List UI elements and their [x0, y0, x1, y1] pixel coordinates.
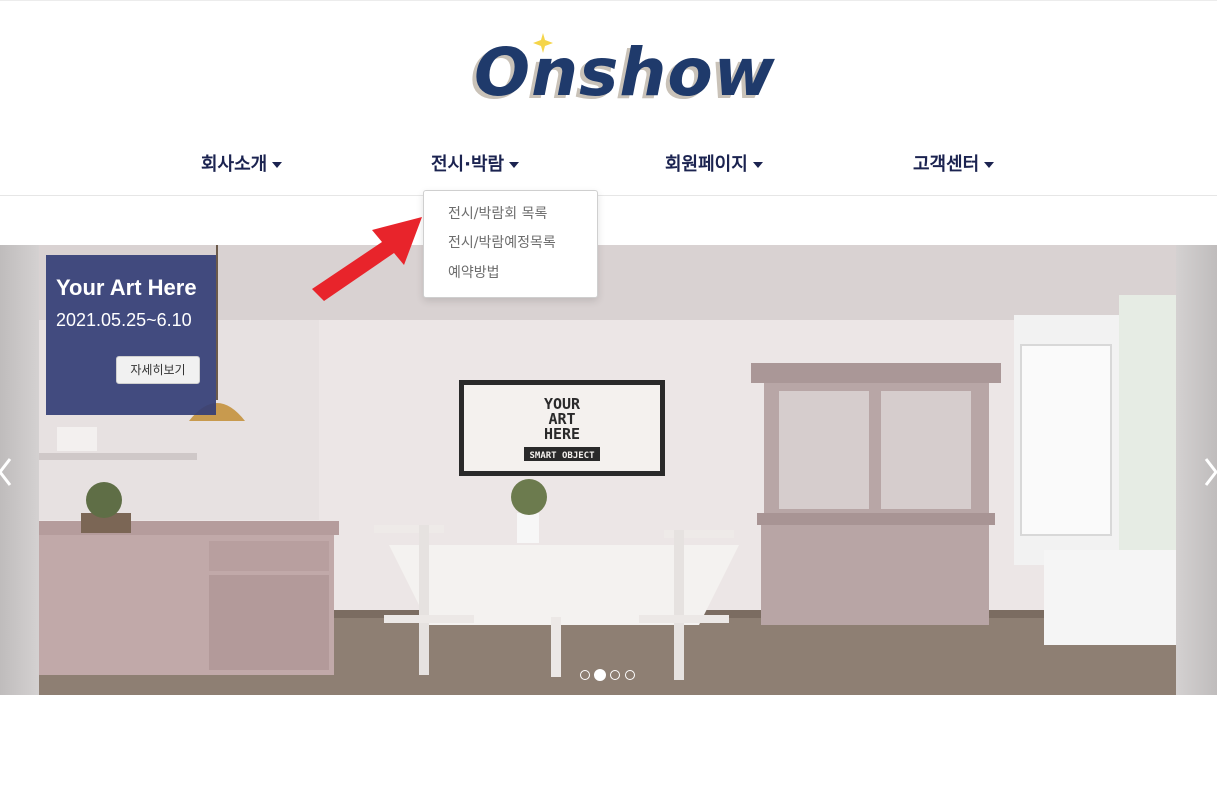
nav-item-label: 회원페이지: [665, 154, 748, 175]
caption-card: Your Art Here 2021.05.25~6.10 자세히보기: [46, 255, 216, 415]
logo-text: Onshow: [474, 34, 776, 111]
dropdown-item-exhibition-list[interactable]: 전시/박람회 목록: [448, 203, 547, 225]
annotation-arrow-icon: [312, 217, 422, 301]
top-divider: [0, 0, 1217, 1]
caret-down-icon: [509, 162, 520, 168]
carousel-prev-chevron-icon[interactable]: [0, 455, 16, 489]
caption-title: Your Art Here: [56, 275, 197, 300]
caret-down-icon: [272, 162, 283, 168]
carousel-indicator[interactable]: [610, 670, 620, 680]
view-details-button[interactable]: 자세히보기: [116, 356, 200, 384]
nav-item-member[interactable]: 회원페이지: [665, 152, 763, 178]
nav-item-label: 전시·박람: [431, 154, 505, 175]
site-logo[interactable]: Onshow: [466, 30, 775, 120]
svg-text:SMART OBJECT: SMART OBJECT: [529, 451, 595, 461]
svg-text:HERE: HERE: [544, 425, 580, 443]
nav-item-label: 회사소개: [201, 154, 268, 175]
dropdown-item-upcoming-list[interactable]: 전시/박람예정목록: [448, 232, 556, 254]
carousel-next-chevron-icon[interactable]: [1200, 455, 1217, 489]
nav-item-support[interactable]: 고객센터: [913, 152, 995, 178]
dropdown-item-reservation-guide[interactable]: 예약방법: [448, 262, 500, 284]
caret-down-icon: [752, 162, 763, 168]
caret-down-icon: [984, 162, 995, 168]
exhibition-dropdown-menu: 전시/박람회 목록 전시/박람예정목록 예약방법: [423, 190, 598, 298]
carousel-indicator-active[interactable]: [594, 669, 606, 681]
nav-item-exhibition[interactable]: 전시·박람: [431, 152, 520, 178]
carousel-indicator[interactable]: [625, 670, 635, 680]
nav-item-label: 고객센터: [913, 154, 980, 175]
carousel-indicator[interactable]: [580, 670, 590, 680]
main-nav: 회사소개 전시·박람 회원페이지 고객센터: [0, 140, 1217, 196]
caption-date: 2021.05.25~6.10: [56, 310, 192, 330]
nav-item-company[interactable]: 회사소개: [201, 152, 283, 178]
hero-carousel: YOUR ART HERE SMART OBJECT Your Art Here…: [0, 245, 1217, 695]
